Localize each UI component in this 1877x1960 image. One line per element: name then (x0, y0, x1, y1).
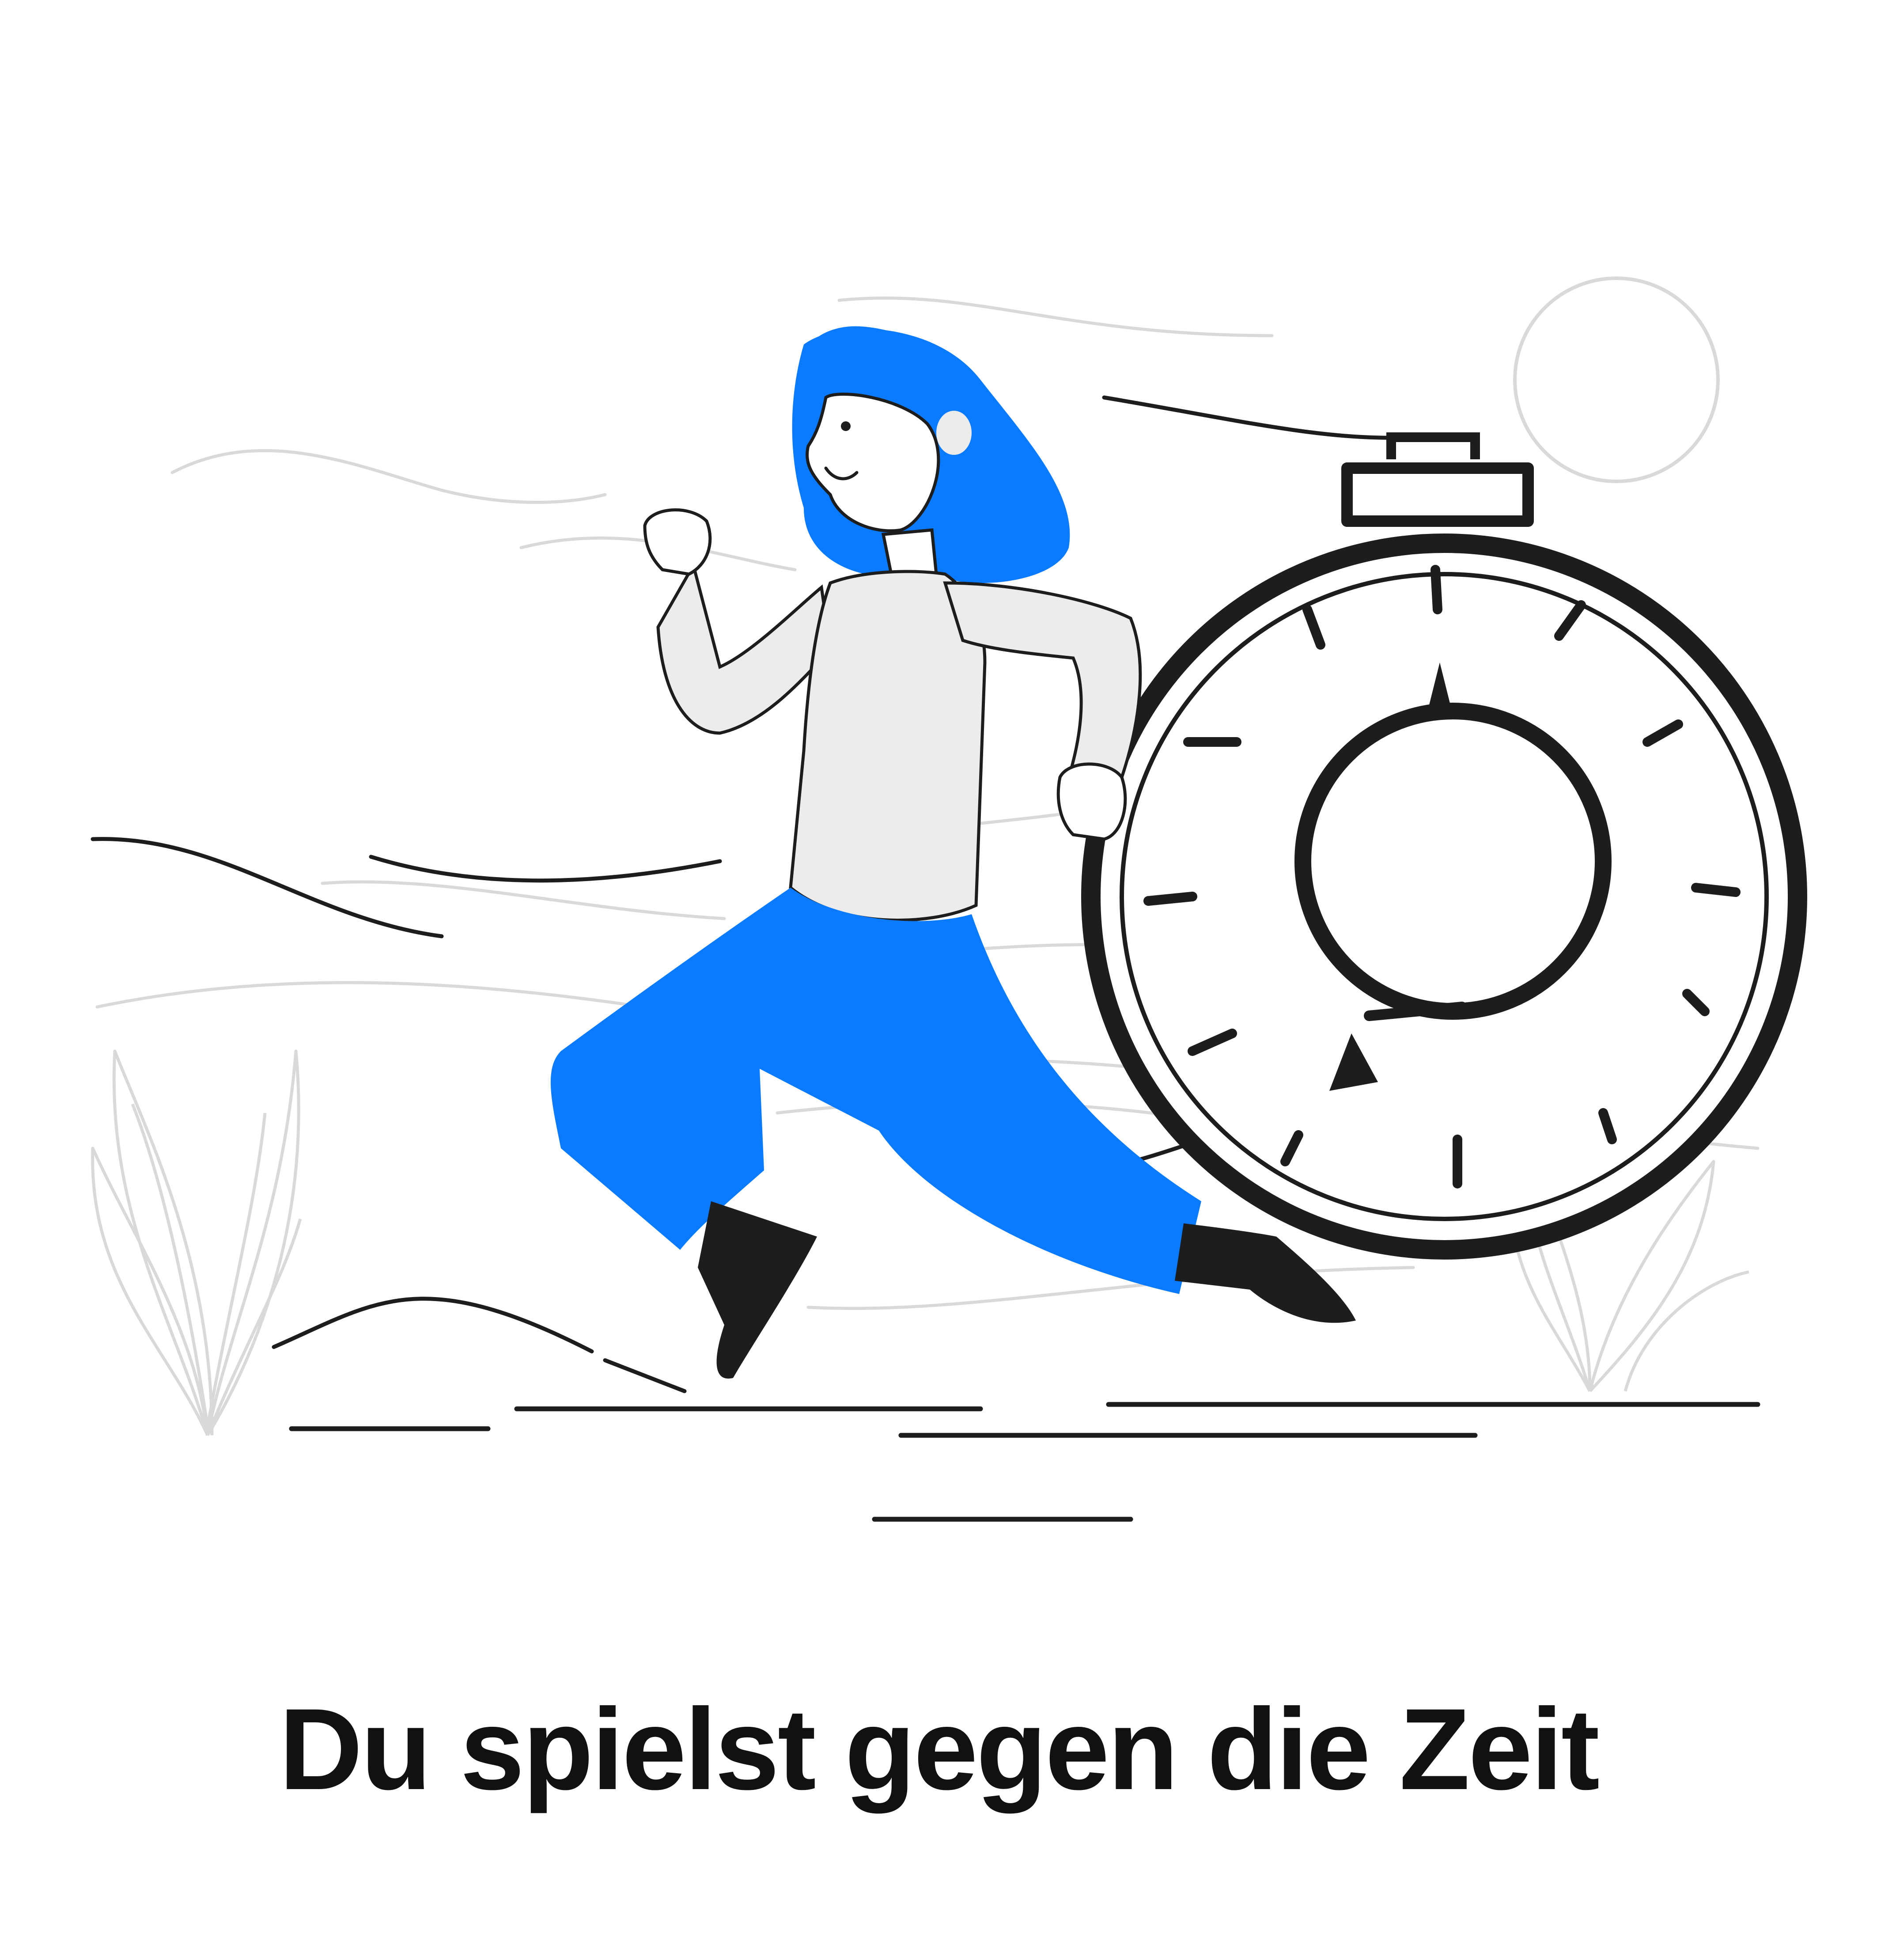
ground-lines (289, 1402, 1760, 1522)
left-plant-icon (91, 1049, 302, 1436)
caption-title: Du spielst gegen die Zeit (279, 1684, 1600, 1814)
stopwatch-icon (1081, 432, 1807, 1260)
illustration (91, 276, 1807, 1522)
sun-icon (1513, 276, 1720, 483)
